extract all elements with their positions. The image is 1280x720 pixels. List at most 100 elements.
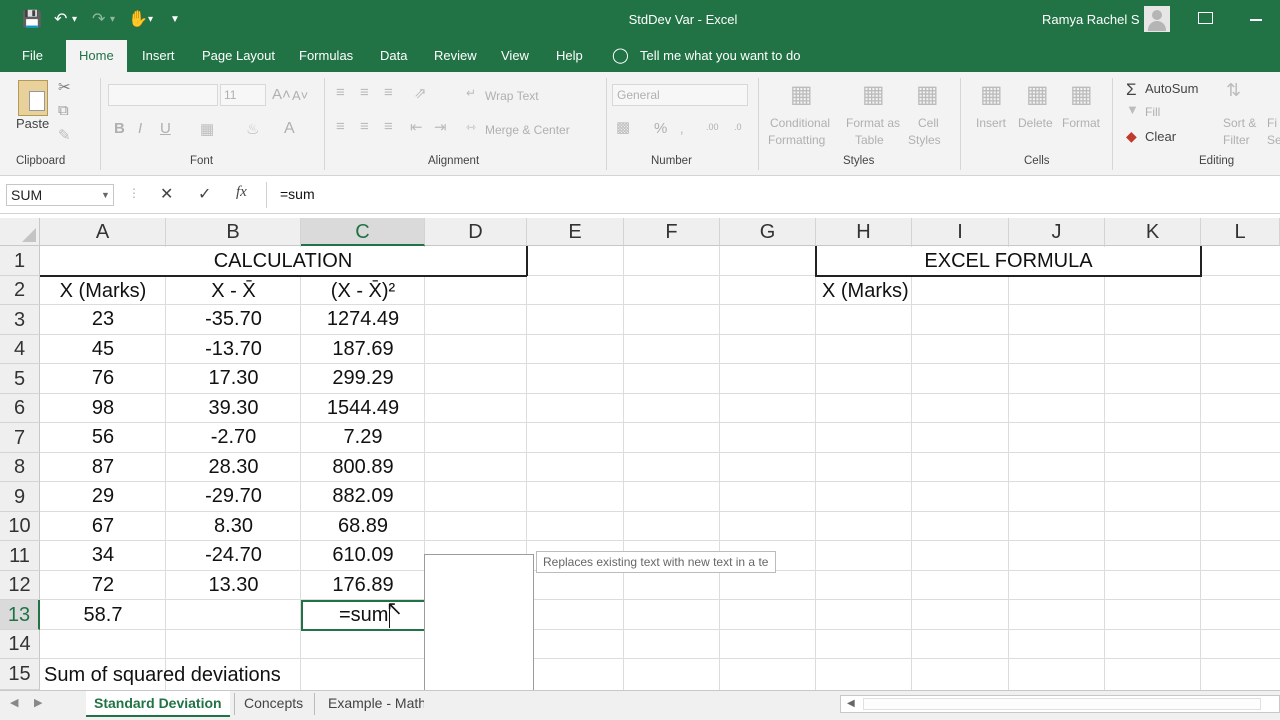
scroll-tabs-left-icon[interactable]: ◀ [10,696,18,709]
x-value-cell[interactable]: 98 [40,397,166,420]
column-header-l[interactable]: L [1201,218,1280,246]
tab-data[interactable]: Data [380,48,407,63]
font-name-box[interactable] [108,84,218,106]
x-value-cell[interactable]: 34 [40,544,166,567]
deviation-cell[interactable]: 39.30 [166,397,301,420]
sheet-tab-concepts[interactable]: Concepts [236,691,311,717]
sum-squared-label[interactable]: Sum of squared deviations [44,664,281,687]
shrink-font-button[interactable]: A˅ [292,88,308,103]
row-header-6[interactable]: 6 [0,394,40,423]
header-x-marks[interactable]: X (Marks) [40,280,166,303]
row-header-8[interactable]: 8 [0,453,40,482]
undo-dropdown-icon[interactable]: ▾ [72,14,77,25]
orientation-icon[interactable]: ⇗ [414,84,427,102]
h2-x-marks[interactable]: X (Marks) [822,280,909,303]
currency-icon[interactable]: ▩ [616,118,630,136]
align-bottom-icon[interactable]: ≡ [384,84,393,101]
align-middle-icon[interactable]: ≡ [360,84,369,101]
column-header-h[interactable]: H [816,218,912,246]
sheet-tab-standard-deviation[interactable]: Standard Deviation [86,691,230,717]
x-value-cell[interactable]: 76 [40,367,166,390]
row-header-2[interactable]: 2 [0,276,40,305]
column-header-i[interactable]: I [912,218,1009,246]
touch-mode-icon[interactable]: ✋ [128,9,148,29]
column-header-d[interactable]: D [425,218,527,246]
squared-deviation-cell[interactable]: 7.29 [301,426,425,449]
format-painter-icon[interactable]: ✎ [58,126,71,144]
x-value-cell[interactable]: 67 [40,515,166,538]
deviation-cell[interactable]: 13.30 [166,574,301,597]
tab-formulas[interactable]: Formulas [299,48,353,63]
fill-color-icon[interactable]: ♨ [246,120,259,138]
name-box[interactable]: SUM ▼ [6,184,114,206]
squared-deviation-cell[interactable]: 800.89 [301,456,425,479]
autocomplete-list[interactable] [424,554,534,690]
align-right-icon[interactable]: ≡ [384,118,393,135]
conditional-formatting-button[interactable]: Conditional [770,116,830,130]
column-header-e[interactable]: E [527,218,624,246]
x-value-cell[interactable]: 87 [40,456,166,479]
copy-icon[interactable]: ⧉ [58,102,69,119]
merge-center-button[interactable]: Merge & Center [485,123,570,137]
tab-view[interactable]: View [501,48,529,63]
clear-button[interactable]: Clear [1145,129,1176,144]
format-as-table-button[interactable]: Format as [846,116,900,130]
x-value-cell[interactable]: 72 [40,574,166,597]
tab-review[interactable]: Review [434,48,477,63]
save-icon[interactable]: 💾 [22,9,42,29]
row-header-12[interactable]: 12 [0,571,40,600]
deviation-cell[interactable]: -29.70 [166,485,301,508]
row-header-11[interactable]: 11 [0,541,40,571]
column-header-k[interactable]: K [1105,218,1201,246]
touch-dropdown-icon[interactable]: ▾ [148,14,153,25]
row-header-10[interactable]: 10 [0,512,40,541]
ribbon-display-icon[interactable] [1198,12,1213,24]
percent-button[interactable]: % [654,120,667,137]
decrease-indent-icon[interactable]: ⇤ [410,118,423,136]
deviation-cell[interactable]: -13.70 [166,338,301,361]
avatar[interactable] [1144,6,1170,32]
column-header-b[interactable]: B [166,218,301,246]
redo-dropdown-icon[interactable]: ▾ [110,14,115,25]
squared-deviation-cell[interactable]: 1544.49 [301,397,425,420]
column-header-g[interactable]: G [720,218,816,246]
number-format-box[interactable]: General [612,84,748,106]
borders-icon[interactable]: ▦ [200,120,214,138]
sort-filter-button[interactable]: Sort & [1223,116,1256,130]
tab-home[interactable]: Home [66,40,127,72]
column-header-j[interactable]: J [1009,218,1105,246]
excel-formula-title[interactable]: EXCEL FORMULA [817,250,1200,273]
decrease-decimal-icon[interactable]: .0 [734,122,742,132]
tab-file[interactable]: File [22,48,43,63]
comma-style-icon[interactable]: ‚ [680,120,683,137]
row-header-13[interactable]: 13 [0,600,40,630]
tab-insert[interactable]: Insert [142,48,175,63]
column-header-c[interactable]: C [301,218,425,246]
increase-indent-icon[interactable]: ⇥ [434,118,447,136]
font-color-button[interactable]: A [284,120,295,138]
delete-cells-button[interactable]: Delete [1018,116,1053,130]
deviation-cell[interactable]: -2.70 [166,426,301,449]
enter-icon[interactable]: ✓ [198,184,211,204]
paste-button[interactable]: Paste [16,116,49,131]
deviation-cell[interactable]: 17.30 [166,367,301,390]
insert-cells-button[interactable]: Insert [976,116,1006,130]
row-header-4[interactable]: 4 [0,335,40,364]
deviation-cell[interactable]: -24.70 [166,544,301,567]
tab-page-layout[interactable]: Page Layout [202,48,275,63]
insert-function-icon[interactable]: fx [236,184,247,201]
x-value-cell[interactable]: 23 [40,308,166,331]
select-all-button[interactable] [0,218,40,246]
row-header-3[interactable]: 3 [0,305,40,335]
bold-button[interactable]: B [114,120,125,137]
deviation-cell[interactable]: -35.70 [166,308,301,331]
font-size-box[interactable]: 11 [220,84,266,106]
squared-deviation-cell[interactable]: 610.09 [301,544,425,567]
sheet-tab-example-math[interactable]: Example - Math [320,691,424,717]
cell-styles-button[interactable]: Cell [918,116,939,130]
column-header-f[interactable]: F [624,218,720,246]
mean-cell[interactable]: 58.7 [40,604,166,627]
increase-decimal-icon[interactable]: .00 [706,122,719,132]
align-left-icon[interactable]: ≡ [336,118,345,135]
squared-deviation-cell[interactable]: 68.89 [301,515,425,538]
